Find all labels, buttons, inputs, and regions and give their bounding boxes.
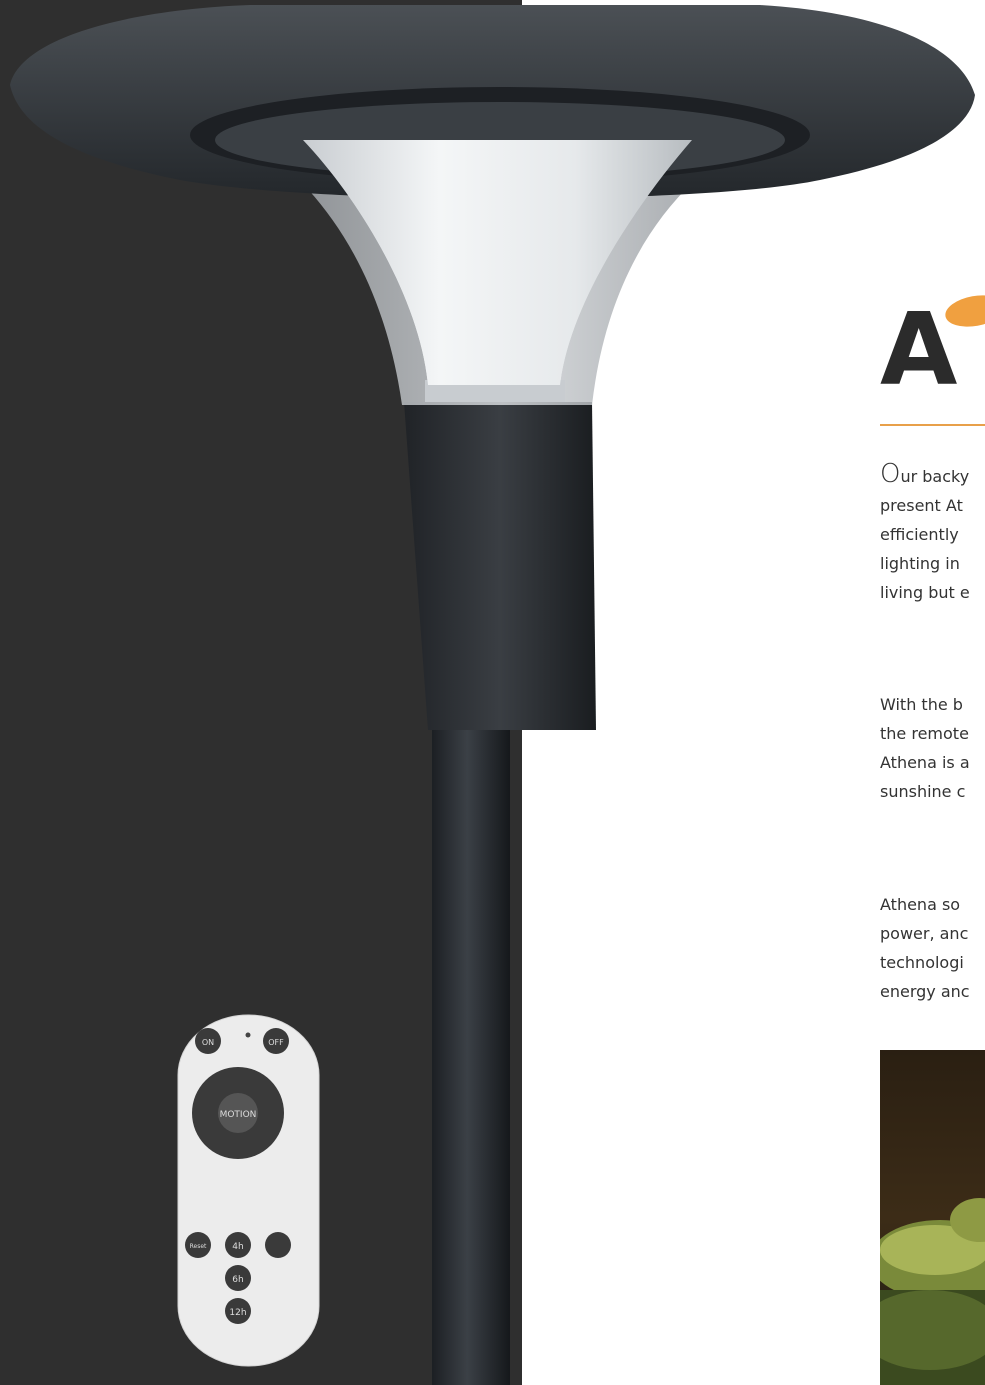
svg-text:4h: 4h (232, 1242, 243, 1252)
lamp-pole (432, 650, 510, 1385)
page-title: A (880, 291, 964, 408)
svg-text:Reset: Reset (190, 1243, 207, 1250)
paragraph-2: With the b the remote Athena is a sunshi… (880, 695, 970, 801)
title-underline (880, 424, 985, 426)
lamp-collar (404, 402, 596, 730)
paragraph-3: Athena so power, anc technologi energy a… (880, 895, 970, 1001)
garden-photo (880, 1050, 985, 1385)
paragraph-1: Our backy present At efficiently lightin… (880, 459, 970, 603)
drop-cap: O (880, 459, 901, 489)
svg-text:MOTION: MOTION (220, 1110, 257, 1120)
svg-text:OFF: OFF (268, 1038, 284, 1047)
remote-control: ON OFF MOTION Reset 4h 6h 12h (177, 1014, 320, 1367)
solar-lamp-illustration (10, 5, 975, 1385)
motion-button (265, 1232, 291, 1258)
svg-text:ON: ON (202, 1038, 214, 1047)
svg-text:12h: 12h (229, 1308, 246, 1318)
svg-text:6h: 6h (232, 1275, 243, 1285)
